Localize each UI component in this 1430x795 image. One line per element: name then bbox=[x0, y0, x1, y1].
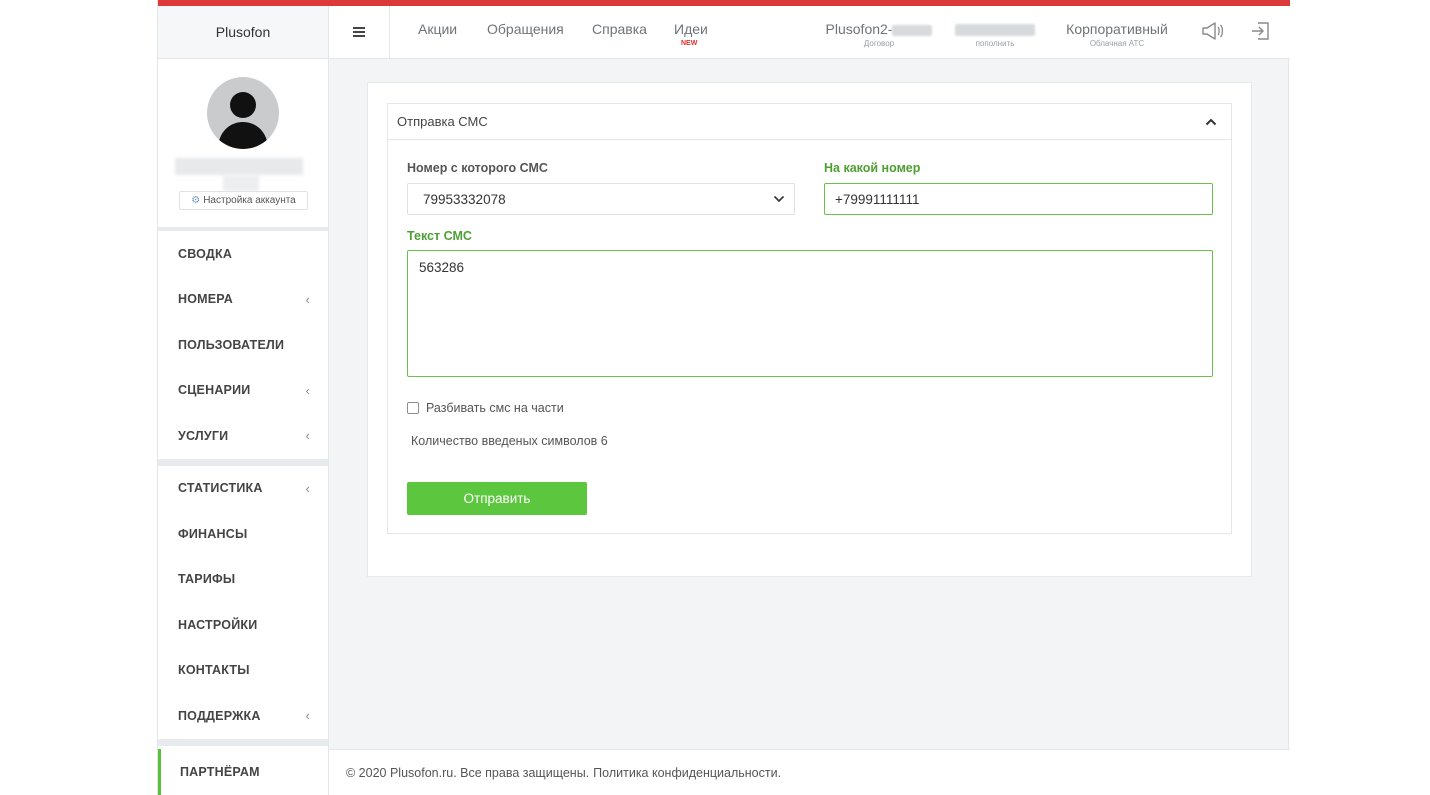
sidebar-item[interactable]: СЦЕНАРИИ ‹ bbox=[158, 368, 328, 414]
contract-name: Plusofon2- bbox=[825, 21, 893, 37]
sidebar-item-label: ПОДДЕРЖКА bbox=[178, 708, 261, 723]
top-up-link: пополнить bbox=[975, 39, 1015, 48]
balance-info[interactable]: пополнить bbox=[952, 21, 1038, 48]
sidebar-group: СТАТИСТИКА ‹ ФИНАНСЫ ТАРИФЫ НАСТРОЙКИ КОНТАКТ… bbox=[158, 466, 328, 746]
new-badge: NEW bbox=[681, 40, 698, 47]
sidebar-menu: СВОДКА НОМЕРА ‹ ПОЛЬЗОВАТЕЛИ СЦЕНАРИИ ‹ УСЛУГИ… bbox=[158, 231, 328, 746]
sidebar-item-label: ФИНАНСЫ bbox=[178, 526, 248, 541]
from-number-label: Номер с которого СМС bbox=[407, 161, 548, 175]
privacy-policy-link[interactable]: Политика конфиденциальности. bbox=[593, 766, 781, 780]
avatar[interactable] bbox=[207, 77, 279, 149]
sidebar-item-label: КОНТАКТЫ bbox=[178, 663, 250, 678]
split-sms-checkbox[interactable] bbox=[407, 402, 419, 414]
contract-label: Договор bbox=[863, 39, 895, 48]
logout-icon[interactable] bbox=[1249, 20, 1273, 42]
brand-logo[interactable]: Plusofon bbox=[158, 6, 329, 59]
split-sms-option[interactable]: Разбивать смс на части bbox=[407, 401, 564, 415]
profile-block: ⚙ Настройка аккаунта bbox=[158, 59, 328, 231]
hamburger-menu-button[interactable] bbox=[329, 6, 390, 58]
sidebar-item[interactable]: ТАРИФЫ bbox=[158, 557, 328, 603]
sidebar-item-label: СВОДКА bbox=[178, 246, 233, 261]
sidebar-item-label: СЦЕНАРИИ bbox=[178, 383, 251, 398]
panel-header: Отправка СМС bbox=[388, 104, 1231, 140]
balance-redacted bbox=[955, 24, 1035, 37]
nav-tickets[interactable]: Обращения bbox=[487, 21, 564, 37]
from-number-value: 79953332078 bbox=[423, 191, 506, 207]
to-number-label: На какой номер bbox=[824, 161, 921, 175]
copyright-text: © 2020 Plusofon.ru. Все права защищены. bbox=[346, 765, 590, 780]
sidebar-item[interactable]: УСЛУГИ ‹ bbox=[158, 413, 328, 459]
sidebar-item-label: СТАТИСТИКА bbox=[178, 481, 263, 496]
sidebar-item[interactable]: ФИНАНСЫ bbox=[158, 511, 328, 557]
panel-title: Отправка СМС bbox=[397, 114, 488, 129]
contract-number-redacted bbox=[892, 24, 933, 36]
footer: © 2020 Plusofon.ru. Все права защищены. … bbox=[329, 749, 1290, 795]
nav-ideas[interactable]: Идеи bbox=[674, 21, 708, 37]
sidebar-item[interactable]: ПОЛЬЗОВАТЕЛИ bbox=[158, 322, 328, 368]
sidebar-item-label: НОМЕРА bbox=[178, 292, 233, 307]
sidebar-item-partners[interactable]: ПАРТНЁРАМ bbox=[158, 749, 329, 795]
gear-icon: ⚙ bbox=[191, 195, 201, 206]
char-count: Количество введеных символов 6 bbox=[411, 434, 608, 448]
chevron-left-icon: ‹ bbox=[305, 382, 310, 398]
chevron-left-icon: ‹ bbox=[305, 428, 310, 444]
plan-name: Корпоративный bbox=[1066, 21, 1168, 37]
top-navbar: Акции Обращения Справка Идеи NEW Plusofo… bbox=[329, 6, 1290, 59]
sidebar-item-label: НАСТРОЙКИ bbox=[178, 617, 258, 632]
account-settings-button[interactable]: ⚙ Настройка аккаунта bbox=[179, 191, 308, 210]
from-number-select[interactable]: 79953332078 bbox=[407, 183, 795, 215]
sidebar-item[interactable]: НАСТРОЙКИ bbox=[158, 602, 328, 648]
sidebar-group: СВОДКА НОМЕРА ‹ ПОЛЬЗОВАТЕЛИ СЦЕНАРИИ ‹ УСЛУГИ… bbox=[158, 231, 328, 466]
username-redacted bbox=[175, 158, 303, 175]
content-card: Отправка СМС Номер с которого СМС 799533… bbox=[367, 82, 1252, 577]
sidebar-item[interactable]: СВОДКА bbox=[158, 231, 328, 277]
sidebar-item[interactable]: КОНТАКТЫ bbox=[158, 648, 328, 694]
sms-panel: Отправка СМС Номер с которого СМС 799533… bbox=[387, 103, 1232, 534]
sms-text-label: Текст СМС bbox=[407, 229, 472, 243]
nav-promotions[interactable]: Акции bbox=[418, 21, 457, 37]
sms-text-area[interactable]: 563286 bbox=[407, 250, 1213, 377]
contract-info[interactable]: Plusofon2- Договор bbox=[823, 21, 935, 48]
hamburger-icon bbox=[353, 31, 365, 33]
split-sms-label: Разбивать смс на части bbox=[426, 401, 564, 415]
to-number-input[interactable]: +79991111111 bbox=[824, 183, 1213, 215]
app-window: Plusofon Акции Обращения Справка Идеи NE… bbox=[157, 0, 1290, 795]
sidebar: ⚙ Настройка аккаунта СВОДКА НОМЕРА ‹ ПОЛЬЗО… bbox=[158, 59, 329, 795]
chevron-down-icon bbox=[773, 195, 785, 203]
sidebar-item-label: УСЛУГИ bbox=[178, 428, 229, 443]
send-button[interactable]: Отправить bbox=[407, 482, 587, 515]
plan-info[interactable]: Корпоративный Облачная АТС bbox=[1064, 21, 1170, 48]
sidebar-item[interactable]: СТАТИСТИКА ‹ bbox=[158, 466, 328, 512]
chevron-left-icon: ‹ bbox=[305, 480, 310, 496]
sidebar-item-label: ПОЛЬЗОВАТЕЛИ bbox=[178, 337, 285, 352]
chevron-up-icon[interactable] bbox=[1203, 114, 1219, 130]
user-silhouette-icon bbox=[218, 92, 268, 149]
sidebar-item[interactable]: ПОДДЕРЖКА ‹ bbox=[158, 693, 328, 739]
plan-type: Облачная АТС bbox=[1089, 39, 1145, 48]
sidebar-item[interactable]: НОМЕРА ‹ bbox=[158, 277, 328, 323]
username-redacted-2 bbox=[223, 175, 259, 191]
chevron-left-icon: ‹ bbox=[305, 708, 310, 724]
chevron-left-icon: ‹ bbox=[305, 291, 310, 307]
nav-help[interactable]: Справка bbox=[592, 21, 647, 37]
sidebar-item-label: ТАРИФЫ bbox=[178, 572, 236, 587]
megaphone-icon[interactable] bbox=[1201, 20, 1225, 42]
account-settings-label: Настройка аккаунта bbox=[203, 195, 296, 206]
